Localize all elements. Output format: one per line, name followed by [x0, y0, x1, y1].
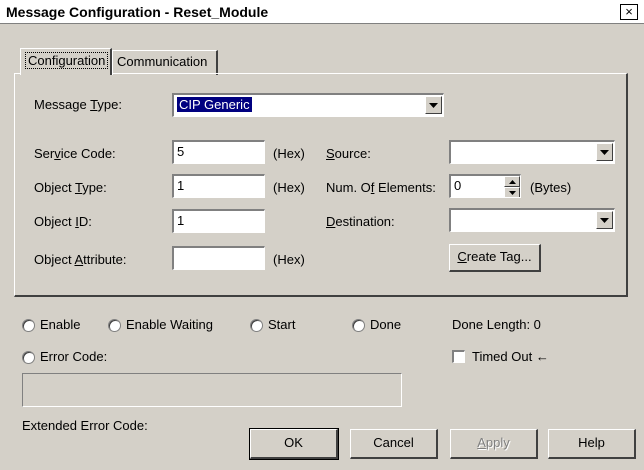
num-elements-unit: (Bytes) — [530, 180, 572, 195]
destination-label: Destination: — [326, 214, 395, 229]
tab-configuration-label: Configuration — [25, 52, 109, 69]
start-indicator — [250, 319, 263, 332]
close-icon: × — [625, 4, 633, 19]
enable-waiting-label: Enable Waiting — [126, 317, 213, 332]
error-code-indicator — [22, 351, 35, 364]
service-code-unit: (Hex) — [273, 146, 305, 161]
timed-out-checkbox[interactable] — [452, 350, 465, 363]
timed-out-label: Timed Out ← — [472, 349, 549, 364]
source-select[interactable] — [449, 140, 615, 164]
enable-waiting-indicator — [108, 319, 121, 332]
object-type-label: Object Type: — [34, 180, 107, 195]
title-bar[interactable]: Message Configuration - Reset_Module × — [0, 0, 644, 24]
object-id-input[interactable]: 1 — [172, 209, 265, 233]
error-code-box — [22, 373, 402, 407]
done-label: Done — [370, 317, 402, 332]
object-attribute-unit: (Hex) — [273, 252, 305, 267]
help-button[interactable]: Help — [548, 429, 636, 459]
enable-indicator — [22, 319, 35, 332]
start-label: Start — [268, 317, 296, 332]
chevron-down-icon[interactable] — [596, 143, 613, 161]
object-type-unit: (Hex) — [273, 180, 305, 195]
source-label: Source: — [326, 146, 371, 161]
cancel-button[interactable]: Cancel — [350, 429, 438, 459]
done-indicator — [352, 319, 365, 332]
tab-communication-label: Communication — [117, 54, 208, 69]
create-tag-button[interactable]: Create Tag... — [449, 244, 541, 272]
service-code-input[interactable]: 5 — [172, 140, 265, 164]
chevron-down-icon[interactable] — [596, 211, 613, 229]
ok-button[interactable]: OK — [249, 428, 339, 460]
error-code-label: Error Code: — [40, 349, 108, 364]
num-elements-label: Num. Of Elements: — [326, 180, 436, 195]
object-attribute-input[interactable] — [172, 246, 265, 270]
object-type-input[interactable]: 1 — [172, 174, 265, 198]
window-title: Message Configuration - Reset_Module — [6, 4, 269, 20]
chevron-down-icon[interactable] — [425, 96, 442, 114]
service-code-label: Service Code: — [34, 146, 116, 161]
message-type-value: CIP Generic — [177, 97, 252, 112]
tab-communication[interactable]: Communication — [112, 50, 218, 75]
spin-down-icon[interactable] — [504, 187, 520, 197]
enable-label: Enable — [40, 317, 81, 332]
arrow-left-icon: ← — [535, 349, 549, 364]
spin-control[interactable] — [504, 176, 520, 197]
spin-up-icon[interactable] — [504, 176, 520, 187]
num-elements-value: 0 — [454, 178, 462, 193]
message-type-label: Message Type: — [34, 97, 122, 112]
close-button[interactable]: × — [620, 4, 638, 20]
tab-configuration[interactable]: Configuration — [20, 48, 112, 75]
object-id-label: Object ID: — [34, 214, 92, 229]
num-elements-stepper[interactable]: 0 — [449, 174, 521, 198]
object-attribute-label: Object Attribute: — [34, 252, 127, 267]
done-length-label: Done Length: 0 — [452, 317, 541, 332]
extended-error-code-label: Extended Error Code: — [22, 418, 148, 433]
apply-button[interactable]: Apply — [450, 429, 538, 459]
message-type-select[interactable]: CIP Generic — [172, 93, 444, 117]
destination-select[interactable] — [449, 208, 615, 232]
